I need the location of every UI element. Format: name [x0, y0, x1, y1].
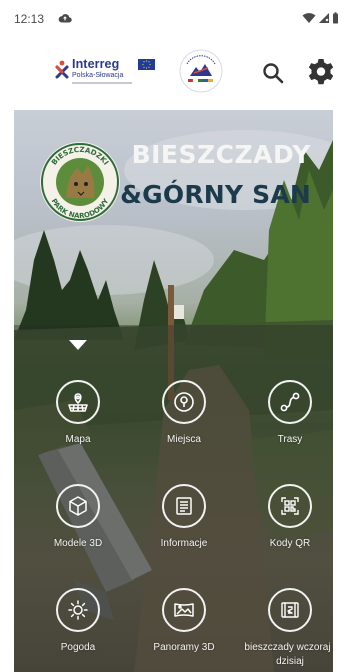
interreg-logo: Interreg Polska-Słowacja [52, 57, 156, 87]
menu-item-trasy[interactable]: Trasy [240, 380, 333, 460]
interreg-fine-print [72, 82, 132, 84]
interreg-title: Interreg [72, 57, 120, 71]
menu-item-panoramy-3d[interactable]: Panoramy 3D [134, 588, 234, 668]
route-icon [280, 392, 300, 412]
app-header: Interreg Polska-Słowacja [0, 40, 347, 106]
park-narodowy-logo: BIESZCZADZKI PARK NARODOWY [40, 142, 120, 222]
menu-label-pogoda: Pogoda [60, 642, 96, 653]
menu-item-miejsca[interactable]: Miejsca [134, 380, 234, 460]
menu-label-miejsca: Miejsca [167, 434, 201, 445]
menu-item-pogoda[interactable]: Pogoda [28, 588, 128, 668]
map-icon [68, 393, 88, 412]
interreg-subtitle: Polska-Słowacja [72, 72, 124, 79]
status-time: 12:13 [14, 12, 45, 26]
eu-flag-icon [138, 59, 155, 70]
status-bar: 12:13 [0, 0, 347, 40]
menu-label-trasy: Trasy [277, 434, 303, 445]
cube-3d-icon [69, 496, 87, 516]
menu-item-informacje[interactable]: Informacje [134, 484, 234, 564]
menu-label-bieszczady-wczoraj-i-dzisiaj: bieszczady wczoraj i dzisiaj [244, 642, 333, 667]
wifi-icon [302, 13, 316, 23]
hero-title-line1: BIESZCZADY [131, 140, 311, 169]
menu-label-panoramy-3d: Panoramy 3D [153, 642, 215, 653]
menu-item-modele-3d[interactable]: Modele 3D [28, 484, 128, 564]
menu-label-informacje: Informacje [160, 538, 208, 549]
search-icon[interactable] [260, 60, 286, 86]
gear-icon[interactable] [305, 57, 337, 89]
battery-icon [333, 12, 338, 24]
menu-item-mapa[interactable]: Mapa [28, 380, 128, 460]
document-icon [176, 497, 192, 515]
euroregion-karpaty-logo [179, 49, 223, 93]
sun-icon [68, 600, 88, 620]
qr-code-icon [281, 497, 299, 515]
location-pin-icon [174, 392, 194, 412]
cloud-upload-icon [58, 14, 72, 23]
interreg-mark-icon [55, 60, 69, 79]
signal-icon [319, 13, 329, 23]
menu-item-kody-qr[interactable]: Kody QR [240, 484, 333, 564]
hero-title-line2: &GÓRNY SAN [120, 180, 311, 209]
history-map-icon [281, 602, 299, 618]
menu-label-kody-qr: Kody QR [269, 538, 311, 549]
menu-label-modele-3d: Modele 3D [53, 538, 103, 549]
menu-item-bieszczady-wczoraj-i-dzisiaj[interactable]: bieszczady wczoraj i dzisiaj [240, 588, 333, 668]
panorama-icon [174, 603, 194, 617]
menu-label-mapa: Mapa [65, 434, 91, 445]
hero-panel: BIESZCZADZKI PARK NARODOWY BIESZCZADY &G… [14, 110, 333, 672]
chevron-down-icon[interactable] [67, 338, 89, 352]
